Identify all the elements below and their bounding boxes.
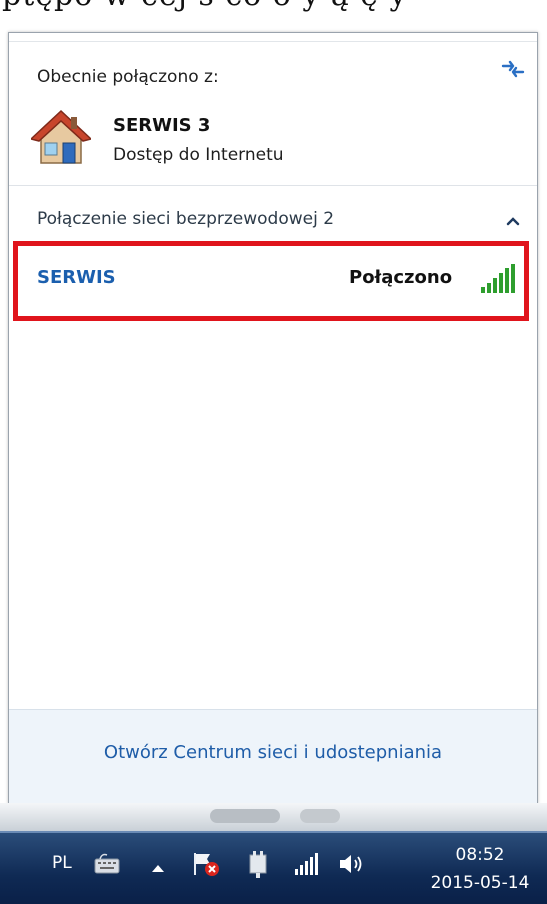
flyout-footer: Otwórz Centrum sieci i udostepniania [9,709,537,804]
desktop-shape [300,809,340,823]
show-hidden-icons-icon[interactable] [150,859,166,878]
power-plug-icon[interactable] [244,849,272,883]
wifi-network-row[interactable]: SERWIS Połączono [13,241,533,321]
taskbar: PL 08:52 2015-05-14 [0,831,547,904]
background-text: ptępo w cej s co o y ą ę y [2,0,408,13]
network-flyout-panel: Obecnie połączono z: SERWIS 3 Dostęp do … [8,32,538,804]
open-network-center-link[interactable]: Otwórz Centrum sieci i udostepniania [9,742,537,763]
desktop-background [0,803,547,831]
language-indicator[interactable]: PL [52,853,72,873]
action-center-flag-icon[interactable] [190,849,222,883]
wireless-connection-section-label: Połączenie sieci bezprzewodowej 2 [37,209,335,229]
clock-time[interactable]: 08:52 [430,845,530,865]
panel-top-divider [9,41,537,42]
section-divider [9,185,537,186]
house-icon [29,109,93,167]
wifi-signal-icon[interactable] [292,849,322,883]
currently-connected-label: Obecnie połączono z: [37,67,219,87]
wifi-network-name: SERWIS [37,267,116,288]
chevron-up-icon[interactable] [505,213,521,227]
signal-strength-icon [479,263,521,295]
clock-date[interactable]: 2015-05-14 [418,873,542,893]
refresh-icon[interactable] [499,57,527,81]
cropped-background-text: ptępo w cej s co o y ą ę y [0,0,547,30]
wifi-network-status: Połączono [349,267,453,288]
connected-network-status: Dostęp do Internetu [113,145,284,165]
keyboard-icon[interactable] [92,849,122,883]
speaker-icon[interactable] [336,849,366,883]
connected-network-name: SERWIS 3 [113,115,211,136]
desktop-shape [210,809,280,823]
